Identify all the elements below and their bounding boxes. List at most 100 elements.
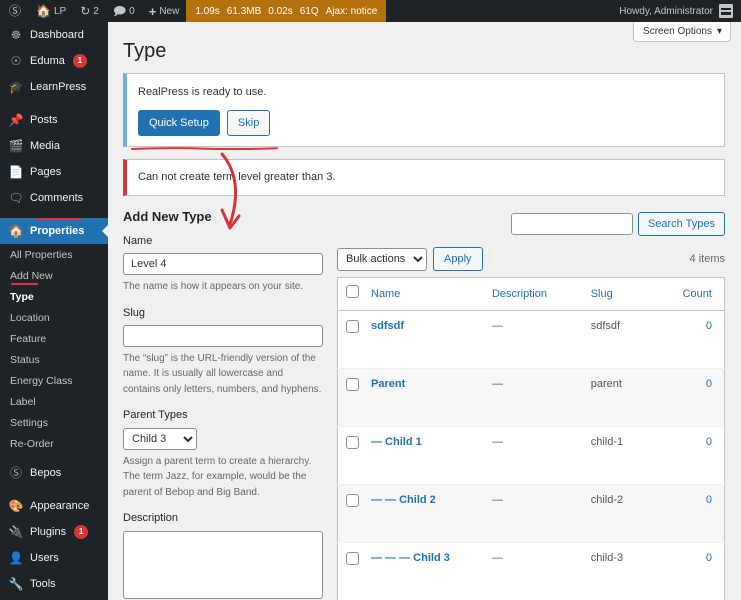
row-checkbox-cell (338, 543, 366, 600)
slug-label: Slug (123, 306, 323, 321)
sidebar-label-learnpress: LearnPress (30, 82, 86, 93)
tools-icon: 🔧 (8, 578, 24, 590)
sidebar-item-add-new[interactable]: Add New (0, 266, 108, 287)
search-types-button[interactable]: Search Types (638, 212, 725, 237)
error-notice-text: Can not create term level greater than 3… (138, 169, 713, 186)
sidebar-item-status[interactable]: Status (0, 350, 108, 371)
name-input[interactable] (123, 253, 323, 275)
row-checkbox-cell (338, 311, 366, 369)
sidebar-label-plugins: Plugins (30, 527, 66, 538)
dashboard-icon: ☸ (8, 29, 24, 41)
sidebar-item-properties[interactable]: 🏠 Properties (0, 218, 108, 244)
admin-sidebar: ☸ Dashboard ☉ Eduma 1 🎓 LearnPress 📌 Pos… (0, 22, 108, 600)
home-icon: 🏠 (36, 5, 51, 17)
row-checkbox[interactable] (346, 378, 359, 391)
updates-menu[interactable]: ↻ 2 (73, 0, 106, 22)
learnpress-icon: 🎓 (8, 81, 24, 93)
avatar[interactable] (719, 4, 733, 18)
media-icon: 🎬 (8, 140, 24, 152)
row-description-cell: — (486, 311, 585, 369)
column-header-description[interactable]: Description (486, 278, 585, 311)
sidebar-separator-3 (0, 486, 108, 493)
sidebar-item-plugins[interactable]: 🔌 Plugins 1 (0, 519, 108, 545)
column-header-count[interactable]: Count (677, 278, 725, 311)
sidebar-item-appearance[interactable]: 🎨 Appearance (0, 493, 108, 519)
bulk-actions-select-top[interactable]: Bulk actions (337, 248, 427, 271)
row-checkbox[interactable] (346, 494, 359, 507)
count-link[interactable]: 0 (706, 552, 712, 564)
items-count-top: 4 items (690, 253, 725, 265)
column-header-name[interactable]: Name (365, 278, 486, 311)
row-slug-cell: sdfsdf (585, 311, 677, 369)
sidebar-item-eduma[interactable]: ☉ Eduma 1 (0, 48, 108, 74)
field-name: Name The name is how it appears on your … (123, 234, 323, 295)
apply-button-top[interactable]: Apply (433, 247, 483, 272)
sidebar-item-location[interactable]: Location (0, 308, 108, 329)
sidebar-label-comments: Comments (30, 193, 83, 204)
table-header-row: Name Description Slug Count (338, 278, 725, 311)
terms-table-head: Name Description Slug Count (338, 278, 725, 311)
pages-icon: 📄 (8, 166, 24, 178)
term-link[interactable]: — — Child 2 (371, 494, 436, 506)
count-link[interactable]: 0 (706, 378, 712, 390)
sidebar-item-bepos[interactable]: Ⓢ Bepos (0, 460, 108, 486)
plugins-icon: 🔌 (8, 526, 24, 538)
sidebar-item-media[interactable]: 🎬 Media (0, 133, 108, 159)
sidebar-item-type[interactable]: Type (0, 287, 108, 308)
sidebar-item-feature[interactable]: Feature (0, 329, 108, 350)
sidebar-item-learnpress[interactable]: 🎓 LearnPress (0, 74, 108, 100)
row-slug-cell: child-1 (585, 427, 677, 485)
description-textarea[interactable] (123, 531, 323, 599)
row-count-cell: 0 (677, 543, 725, 600)
site-name-menu[interactable]: 🏠 LP (29, 0, 73, 22)
qm-ajax-notice: Ajax: notice (326, 6, 378, 17)
select-all-checkbox-top[interactable] (346, 285, 359, 298)
sidebar-item-users[interactable]: 👤 Users (0, 545, 108, 571)
terms-table: Name Description Slug Count sdfsdf (337, 277, 725, 600)
row-checkbox[interactable] (346, 320, 359, 333)
term-link[interactable]: — — — Child 3 (371, 552, 450, 564)
sidebar-item-dashboard[interactable]: ☸ Dashboard (0, 22, 108, 48)
term-link[interactable]: sdfsdf (371, 320, 404, 332)
sidebar-item-settings-properties[interactable]: Settings (0, 413, 108, 434)
main-content: Screen Options ▾ Type RealPress is ready… (108, 22, 741, 600)
skip-button[interactable]: Skip (227, 110, 270, 137)
sidebar-label-bepos: Bepos (30, 468, 61, 479)
query-monitor-bar[interactable]: 1.09s 61.3MB 0.02s 61Q Ajax: notice (186, 0, 386, 22)
sidebar-item-energy-class[interactable]: Energy Class (0, 371, 108, 392)
sidebar-item-posts[interactable]: 📌 Posts (0, 107, 108, 133)
term-link[interactable]: — Child 1 (371, 436, 422, 448)
sidebar-item-comments[interactable]: 🗨 Comments (0, 185, 108, 211)
row-description-cell: — (486, 543, 585, 600)
count-link[interactable]: 0 (706, 436, 712, 448)
sidebar-item-re-order[interactable]: Re-Order (0, 434, 108, 455)
search-input[interactable] (511, 213, 633, 235)
row-slug-cell: child-2 (585, 485, 677, 543)
term-link[interactable]: Parent (371, 378, 405, 390)
sidebar-label-posts: Posts (30, 115, 58, 126)
quick-setup-button[interactable]: Quick Setup (138, 110, 220, 137)
row-checkbox[interactable] (346, 436, 359, 449)
sidebar-label-dashboard: Dashboard (30, 30, 84, 41)
howdy-label[interactable]: Howdy, Administrator (619, 6, 713, 17)
row-slug-cell: parent (585, 369, 677, 427)
sidebar-item-pages[interactable]: 📄 Pages (0, 159, 108, 185)
slug-input[interactable] (123, 325, 323, 347)
chevron-down-icon: ▾ (717, 26, 722, 37)
new-content-menu[interactable]: + New (142, 0, 187, 22)
sidebar-item-tools[interactable]: 🔧 Tools (0, 571, 108, 597)
parent-types-select[interactable]: Child 3 (123, 428, 197, 450)
table-row: — — Child 2 — child-2 0 (338, 485, 725, 543)
column-header-slug[interactable]: Slug (585, 278, 677, 311)
sidebar-item-all-properties[interactable]: All Properties (0, 245, 108, 266)
wordpress-logo-menu[interactable]: Ⓢ (0, 0, 29, 22)
comments-menu[interactable]: 🗩 0 (106, 0, 142, 22)
plus-icon: + (149, 5, 157, 18)
form-title: Add New Type (123, 208, 323, 226)
screen-options-toggle[interactable]: Screen Options ▾ (633, 22, 731, 42)
row-name-cell: — Child 1 (365, 427, 486, 485)
count-link[interactable]: 0 (706, 320, 712, 332)
row-checkbox[interactable] (346, 552, 359, 565)
sidebar-item-label[interactable]: Label (0, 392, 108, 413)
count-link[interactable]: 0 (706, 494, 712, 506)
